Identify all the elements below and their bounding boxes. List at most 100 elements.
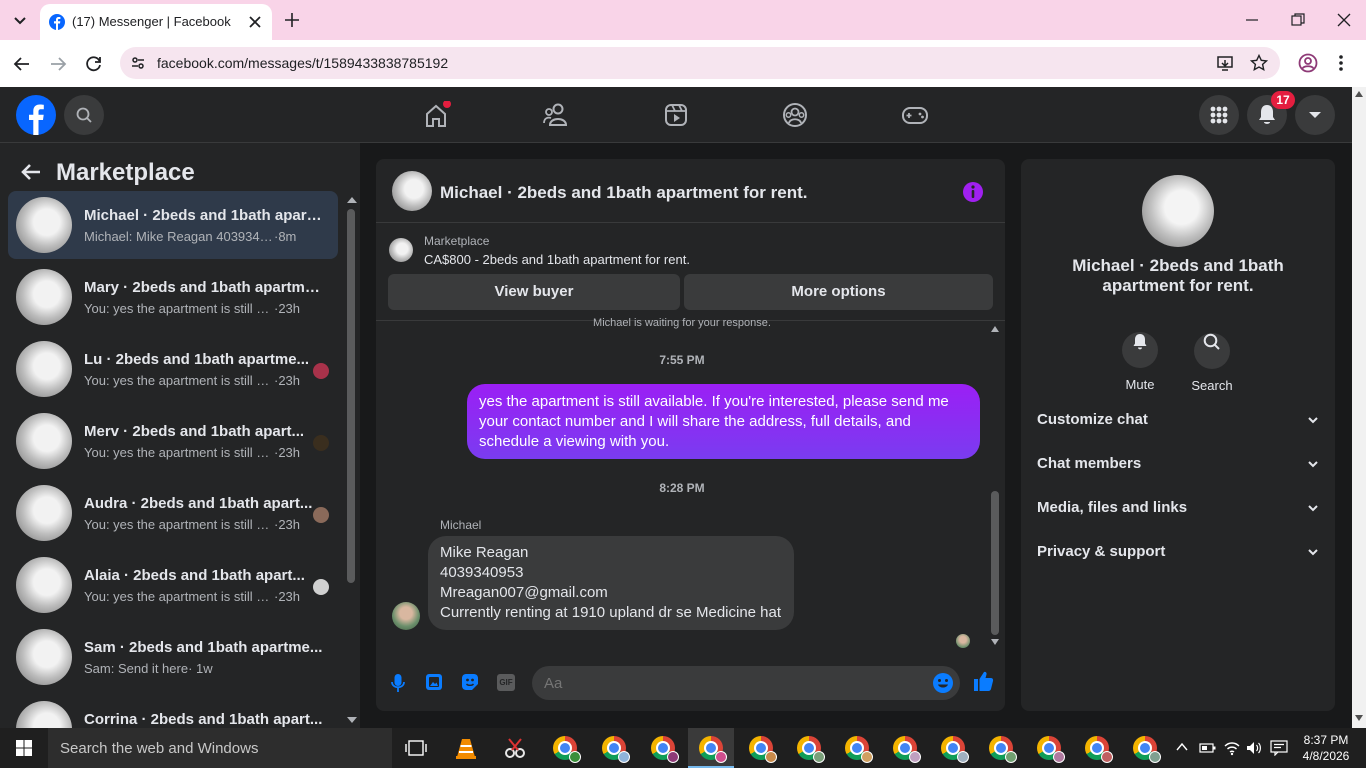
media-files-links-section[interactable]: Media, files and links	[1029, 488, 1327, 528]
chrome-app-icon[interactable]	[602, 736, 630, 763]
conversation-snippet: You: yes the apartment is still avail...	[84, 301, 274, 316]
battery-icon[interactable]	[1199, 741, 1217, 755]
taskbar-clock[interactable]: 8:37 PM 4/8/2026	[1300, 732, 1352, 764]
profile-icon[interactable]	[1298, 53, 1318, 73]
wifi-icon[interactable]	[1223, 740, 1241, 756]
action-center-icon[interactable]	[1270, 740, 1288, 756]
chrome-app-icon[interactable]	[699, 736, 727, 763]
chat-scrollbar[interactable]	[991, 491, 999, 635]
emoji-icon[interactable]	[932, 672, 954, 694]
forward-arrow-icon[interactable]	[48, 54, 68, 74]
scroll-up-icon[interactable]	[990, 325, 1000, 333]
menu-button[interactable]	[1199, 95, 1239, 135]
caret-down-icon	[1309, 112, 1321, 118]
more-options-button[interactable]: More options	[684, 274, 993, 310]
sticker-icon[interactable]	[460, 672, 480, 692]
search-in-chat-button[interactable]: Search	[1182, 324, 1242, 393]
chrome-app-icon[interactable]	[845, 736, 873, 763]
thumbs-up-icon[interactable]	[972, 670, 994, 692]
video-icon[interactable]	[662, 101, 692, 129]
chrome-app-icon[interactable]	[553, 736, 581, 763]
chrome-app-icon[interactable]	[1133, 736, 1161, 763]
info-icon[interactable]	[962, 181, 984, 203]
sidebar-heading: Marketplace	[56, 159, 195, 186]
conversation-item[interactable]: Lu · 2beds and 1bath apartme... You: yes…	[8, 335, 338, 403]
chevron-up-icon[interactable]	[1176, 742, 1188, 752]
volume-icon[interactable]	[1245, 740, 1263, 756]
account-button[interactable]	[1295, 95, 1335, 135]
mute-button[interactable]: Mute	[1110, 324, 1170, 392]
address-bar[interactable]: facebook.com/messages/t/1589433838785192	[120, 47, 1280, 79]
groups-icon[interactable]	[780, 101, 810, 129]
page-scrollbar[interactable]	[1352, 87, 1366, 728]
scroll-up-icon[interactable]	[1355, 91, 1363, 97]
conversation-item[interactable]: Michael · 2beds and 1bath apart... Micha…	[8, 191, 338, 259]
snipping-tool-icon[interactable]	[503, 736, 527, 760]
home-icon[interactable]	[422, 101, 452, 129]
chat-avatar[interactable]	[392, 171, 432, 211]
chat-title[interactable]: Michael · 2beds and 1bath apartment for …	[440, 183, 807, 203]
back-arrow-icon[interactable]	[12, 54, 32, 74]
microphone-icon[interactable]	[390, 673, 406, 693]
chrome-app-icon[interactable]	[1037, 736, 1065, 763]
reload-icon[interactable]	[84, 54, 104, 74]
sender-avatar[interactable]	[392, 602, 420, 630]
gif-icon[interactable]: GIF	[497, 674, 515, 691]
chrome-app-icon[interactable]	[749, 736, 777, 763]
chrome-app-icon[interactable]	[941, 736, 969, 763]
listing-thumbnail	[16, 413, 72, 469]
conversation-item[interactable]: Alaia · 2beds and 1bath apart... You: ye…	[8, 551, 338, 619]
gaming-icon[interactable]	[900, 101, 930, 129]
facebook-logo-icon[interactable]	[16, 95, 56, 135]
chrome-app-icon[interactable]	[893, 736, 921, 763]
scroll-down-icon[interactable]	[346, 715, 358, 725]
browser-tab[interactable]: (17) Messenger | Facebook	[40, 4, 272, 40]
conversation-item[interactable]: Mary · 2beds and 1bath apartme... You: y…	[8, 263, 338, 331]
message-input[interactable]	[544, 666, 914, 700]
conversation-item[interactable]: Merv · 2beds and 1bath apart... You: yes…	[8, 407, 338, 475]
chevron-down-icon	[1308, 505, 1318, 512]
chat-members-section[interactable]: Chat members	[1029, 444, 1327, 484]
install-app-icon[interactable]	[1216, 54, 1234, 72]
bookmark-star-icon[interactable]	[1250, 54, 1268, 72]
incoming-message[interactable]: Mike Reagan 4039340953 Mreagan007@gmail.…	[428, 536, 794, 630]
chat-info-panel: Michael · 2beds and 1bath apartment for …	[1021, 159, 1335, 711]
view-buyer-button[interactable]: View buyer	[388, 274, 680, 310]
conversation-time: ·8m	[274, 229, 297, 244]
scroll-up-icon[interactable]	[346, 195, 358, 205]
info-avatar[interactable]	[1142, 175, 1214, 247]
site-info-icon[interactable]	[130, 55, 146, 71]
conversation-name: Merv · 2beds and 1bath apart...	[84, 423, 305, 440]
chrome-app-icon[interactable]	[989, 736, 1017, 763]
scroll-down-icon[interactable]	[1355, 715, 1363, 721]
back-arrow-icon[interactable]	[20, 161, 42, 183]
friends-icon[interactable]	[542, 101, 572, 129]
restore-icon[interactable]	[1290, 12, 1306, 28]
scroll-down-icon[interactable]	[990, 638, 1000, 646]
section-label: Chat members	[1037, 455, 1142, 472]
fb-search-button[interactable]	[64, 95, 104, 135]
conversation-item[interactable]: Audra · 2beds and 1bath apart... You: ye…	[8, 479, 338, 547]
minimize-icon[interactable]	[1244, 12, 1260, 28]
message-composer[interactable]	[532, 666, 960, 700]
taskbar-search[interactable]: Search the web and Windows	[48, 728, 392, 768]
image-icon[interactable]	[425, 673, 443, 691]
more-vertical-icon[interactable]	[1336, 53, 1346, 73]
customize-chat-section[interactable]: Customize chat	[1029, 400, 1327, 440]
chrome-app-icon[interactable]	[797, 736, 825, 763]
chrome-app-icon[interactable]	[1085, 736, 1113, 763]
chrome-app-icon[interactable]	[651, 736, 679, 763]
outgoing-message[interactable]: yes the apartment is still available. If…	[467, 384, 980, 459]
new-tab-icon[interactable]	[284, 12, 300, 28]
conversation-item[interactable]: Corrina · 2beds and 1bath apart...	[8, 695, 338, 728]
close-icon[interactable]	[248, 15, 262, 29]
sidebar-scrollbar[interactable]	[347, 209, 355, 583]
privacy-support-section[interactable]: Privacy & support	[1029, 532, 1327, 572]
clock-date: 4/8/2026	[1302, 749, 1350, 763]
conversation-item[interactable]: Sam · 2beds and 1bath apartme... Sam: Se…	[8, 623, 338, 691]
tab-search-button[interactable]	[8, 8, 32, 32]
window-close-icon[interactable]	[1336, 12, 1352, 28]
task-view-icon[interactable]	[405, 740, 427, 756]
windows-start-icon[interactable]	[16, 740, 32, 756]
vlc-icon[interactable]	[454, 736, 478, 760]
